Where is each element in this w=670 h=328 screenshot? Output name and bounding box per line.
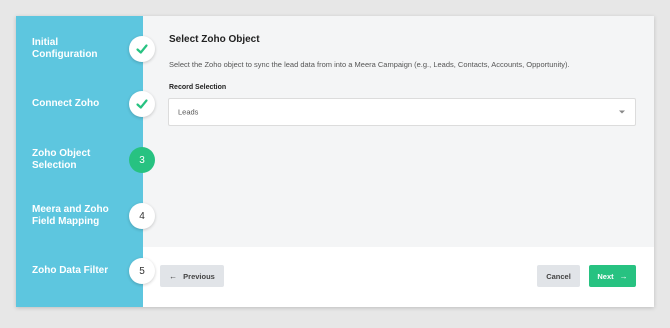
record-selection-label: Record Selection: [169, 84, 227, 91]
step-label: Connect Zoho: [32, 98, 100, 109]
step-complete-badge: [129, 91, 155, 117]
step-content: Select Zoho Object Select the Zoho objec…: [143, 16, 654, 247]
check-icon: [136, 99, 148, 109]
cancel-button-label: Cancel: [546, 271, 571, 281]
record-selection-value: Leads: [178, 107, 199, 117]
wizard-footer: ← Previous Cancel Next →: [143, 247, 654, 307]
step-label: Zoho Data Filter: [32, 265, 109, 276]
page-title: Select Zoho Object: [169, 34, 260, 45]
step-initial-configuration[interactable]: Initial Configuration: [16, 29, 176, 69]
caret-down-icon: [619, 110, 625, 114]
record-selection-dropdown[interactable]: Leads: [168, 98, 636, 126]
arrow-right-icon: →: [619, 271, 628, 281]
step-zoho-object-selection[interactable]: Zoho Object Selection 3: [16, 140, 176, 180]
step-label: Initial Configuration: [32, 37, 98, 60]
check-icon: [136, 44, 148, 54]
previous-button-label: Previous: [183, 271, 215, 281]
step-number-badge: 3: [129, 147, 155, 173]
wizard-dialog: Select Zoho Object Select the Zoho objec…: [16, 16, 654, 307]
step-label: Meera and Zoho Field Mapping: [32, 204, 109, 227]
step-description: Select the Zoho object to sync the lead …: [169, 60, 570, 69]
step-number-badge: 5: [129, 258, 155, 284]
next-button[interactable]: Next →: [589, 265, 636, 287]
step-field-mapping[interactable]: Meera and Zoho Field Mapping 4: [16, 196, 176, 236]
step-connect-zoho[interactable]: Connect Zoho: [16, 84, 176, 124]
cancel-button[interactable]: Cancel: [537, 265, 580, 287]
step-label: Zoho Object Selection: [32, 148, 91, 171]
step-complete-badge: [129, 36, 155, 62]
next-button-label: Next: [597, 271, 614, 281]
step-number-badge: 4: [129, 203, 155, 229]
step-zoho-data-filter[interactable]: Zoho Data Filter 5: [16, 251, 176, 291]
